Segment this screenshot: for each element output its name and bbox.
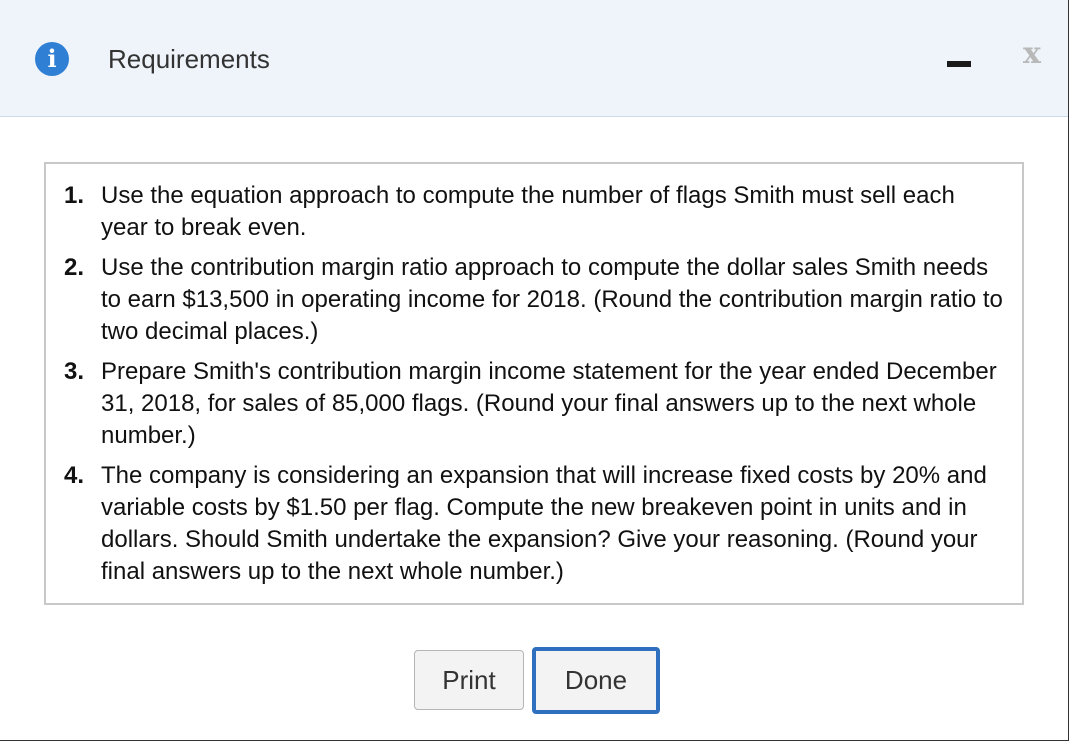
info-icon: i <box>35 42 69 76</box>
requirement-number: 4. <box>64 462 85 489</box>
requirements-dialog: i Requirements x 1. Use the equation app… <box>0 0 1069 741</box>
requirement-item-1: 1. Use the equation approach to compute … <box>46 180 1022 244</box>
print-button[interactable]: Print <box>414 650 524 710</box>
close-button[interactable]: x <box>1014 36 1050 72</box>
minimize-button[interactable] <box>940 44 976 74</box>
requirement-item-2: 2. Use the contribution margin ratio app… <box>46 252 1022 348</box>
requirement-number: 2. <box>64 254 85 281</box>
requirement-item-4: 4. The company is considering an expansi… <box>46 460 1022 588</box>
requirement-text: Prepare Smith's contribution margin inco… <box>101 358 997 449</box>
minimize-icon <box>947 61 971 67</box>
done-button[interactable]: Done <box>532 647 660 714</box>
requirement-number: 1. <box>64 182 85 209</box>
requirement-text: The company is considering an expansion … <box>101 462 987 585</box>
requirements-box: 1. Use the equation approach to compute … <box>44 162 1024 605</box>
requirement-item-3: 3. Prepare Smith's contribution margin i… <box>46 356 1022 452</box>
requirement-text: Use the contribution margin ratio approa… <box>101 254 1003 345</box>
requirements-list: 1. Use the equation approach to compute … <box>46 180 1022 596</box>
requirement-number: 3. <box>64 358 85 385</box>
dialog-title: Requirements <box>108 44 270 74</box>
dialog-header: i Requirements x <box>0 0 1068 117</box>
requirement-text: Use the equation approach to compute the… <box>101 182 955 241</box>
close-icon: x <box>1023 36 1041 71</box>
